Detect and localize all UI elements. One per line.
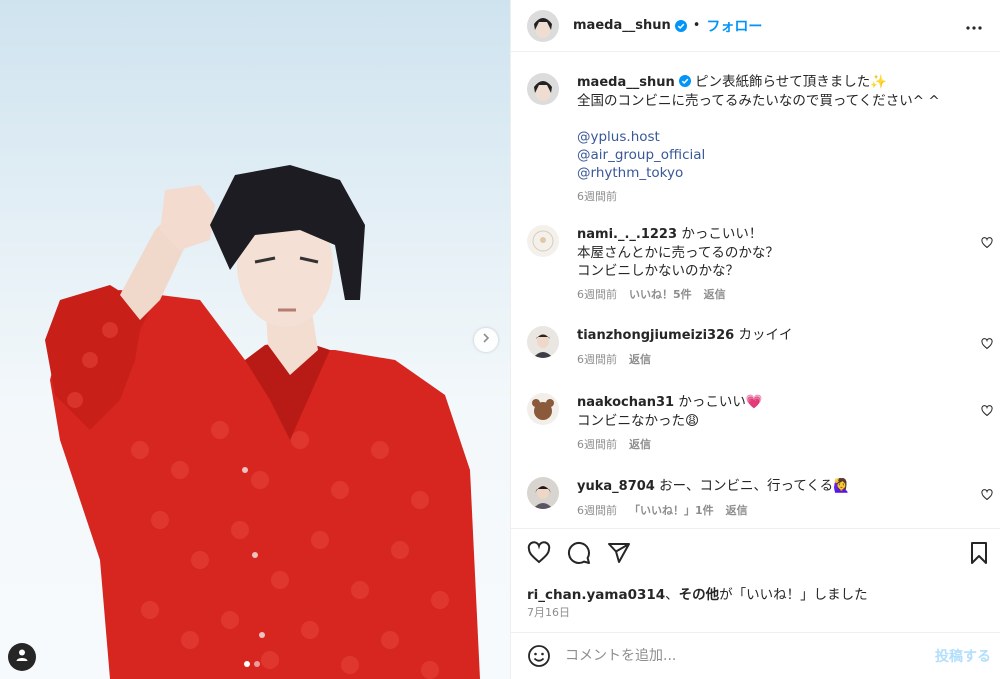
comment-item: tianzhongjiumeizi326 カッイイ 6週間前 返信	[527, 326, 1000, 367]
comment-time[interactable]: 6週間前	[577, 353, 617, 367]
liker-username[interactable]: ri_chan.yama0314	[527, 587, 665, 603]
reply-button[interactable]: 返信	[629, 353, 651, 367]
author-username[interactable]: maeda__shun	[573, 18, 671, 33]
caption-line-1: ピン表紙飾らせて頂きました✨	[695, 74, 888, 90]
follow-button[interactable]: フォロー	[706, 16, 762, 36]
comment-likes[interactable]: いいね！5件	[629, 288, 692, 302]
comment-text: コンビニしかないのかな？	[577, 263, 739, 279]
carousel-indicator	[244, 661, 260, 667]
more-options-button[interactable]	[962, 14, 986, 38]
comment-time[interactable]: 6週間前	[577, 504, 617, 518]
comment-time[interactable]: 6週間前	[577, 438, 617, 452]
separator: •	[692, 18, 701, 33]
bookmark-icon[interactable]	[967, 541, 991, 565]
comment-text: カッイイ	[738, 327, 793, 343]
commenter-avatar[interactable]	[527, 225, 559, 257]
heart-icon[interactable]	[981, 405, 993, 417]
comment-icon[interactable]	[567, 541, 591, 565]
mention-link[interactable]: @yplus.host	[577, 128, 957, 146]
heart-icon[interactable]	[981, 489, 993, 501]
comment-text: かっこいい💗	[678, 394, 763, 410]
next-slide-button[interactable]	[474, 328, 498, 352]
comment-input[interactable]	[565, 648, 905, 664]
more-icon	[966, 19, 982, 34]
heart-icon[interactable]	[527, 541, 551, 565]
reply-button[interactable]: 返信	[704, 288, 726, 302]
author-avatar[interactable]	[527, 9, 559, 42]
comment-username[interactable]: yuka_8704	[577, 479, 655, 494]
carousel-dot	[254, 661, 260, 667]
mention-link[interactable]: @air_group_official	[577, 146, 957, 164]
comments-section[interactable]: maeda__shun ピン表紙飾らせて頂きました✨ 全国のコンビニに売ってるみ…	[511, 53, 1000, 527]
post-photo	[45, 165, 480, 679]
emoji-icon[interactable]	[527, 644, 551, 668]
carousel-dot-active	[244, 661, 250, 667]
caption-line-2: 全国のコンビニに売ってるみたいなので買ってください^ ^	[577, 93, 940, 109]
post-date[interactable]: 7月16日	[527, 604, 570, 620]
commenter-avatar[interactable]	[527, 393, 559, 425]
verified-icon	[674, 19, 687, 32]
comment-username[interactable]: tianzhongjiumeizi326	[577, 328, 734, 343]
comment-item: yuka_8704 おー、コンビニ、行ってくる🙋‍♀️ 6週間前 「いいね！」1…	[527, 477, 1000, 518]
share-icon[interactable]	[607, 541, 631, 565]
comment-item: naakochan31 かっこいい💗 コンビニなかった😩 6週間前 返信	[527, 393, 1000, 452]
mention-link[interactable]: @rhythm_tokyo	[577, 164, 957, 182]
reply-button[interactable]: 返信	[726, 504, 748, 518]
caption-username[interactable]: maeda__shun	[577, 75, 675, 90]
comment-likes[interactable]: 「いいね！」1件	[629, 504, 714, 518]
comment-text: おー、コンビニ、行ってくる🙋‍♀️	[659, 478, 850, 494]
post-media[interactable]	[0, 0, 510, 679]
comment-text: コンビニなかった😩	[577, 413, 700, 429]
comment-text: 本屋さんとかに売ってるのかな？	[577, 245, 779, 261]
comment-username[interactable]: nami._._.1223	[577, 227, 677, 242]
reply-button[interactable]: 返信	[629, 438, 651, 452]
user-tag-button[interactable]	[8, 643, 36, 671]
heart-icon[interactable]	[981, 338, 993, 350]
comment-item: nami._._.1223 かっこいい！ 本屋さんとかに売ってるのかな？ コンビ…	[527, 225, 1000, 302]
caption-time[interactable]: 6週間前	[577, 190, 617, 204]
post-comment-button[interactable]: 投稿する	[935, 646, 991, 666]
user-tag-icon	[15, 648, 29, 666]
chevron-right-icon	[480, 332, 492, 348]
likes-suffix: が「いいね！」しました	[719, 587, 868, 603]
commenter-avatar[interactable]	[527, 477, 559, 509]
likes-others-link[interactable]: その他	[679, 587, 720, 603]
commenter-avatar[interactable]	[527, 326, 559, 358]
heart-icon[interactable]	[981, 237, 993, 249]
post-panel: maeda__shun • フォロー maeda__shun ピン表紙飾らせて頂…	[510, 0, 1000, 679]
post-header: maeda__shun • フォロー	[511, 0, 1000, 52]
verified-icon	[678, 74, 691, 87]
add-comment-bar: 投稿する	[511, 632, 1000, 679]
comment-text: かっこいい！	[681, 226, 763, 242]
post-actions: ri_chan.yama0314、その他が「いいね！」しました 7月16日	[511, 528, 1000, 632]
caption-avatar[interactable]	[527, 73, 559, 105]
caption: maeda__shun ピン表紙飾らせて頂きました✨ 全国のコンビニに売ってるみ…	[527, 73, 1000, 204]
comment-time[interactable]: 6週間前	[577, 288, 617, 302]
comment-username[interactable]: naakochan31	[577, 395, 674, 410]
likes-comma: 、	[665, 587, 679, 603]
likes-summary: ri_chan.yama0314、その他が「いいね！」しました	[527, 583, 868, 603]
